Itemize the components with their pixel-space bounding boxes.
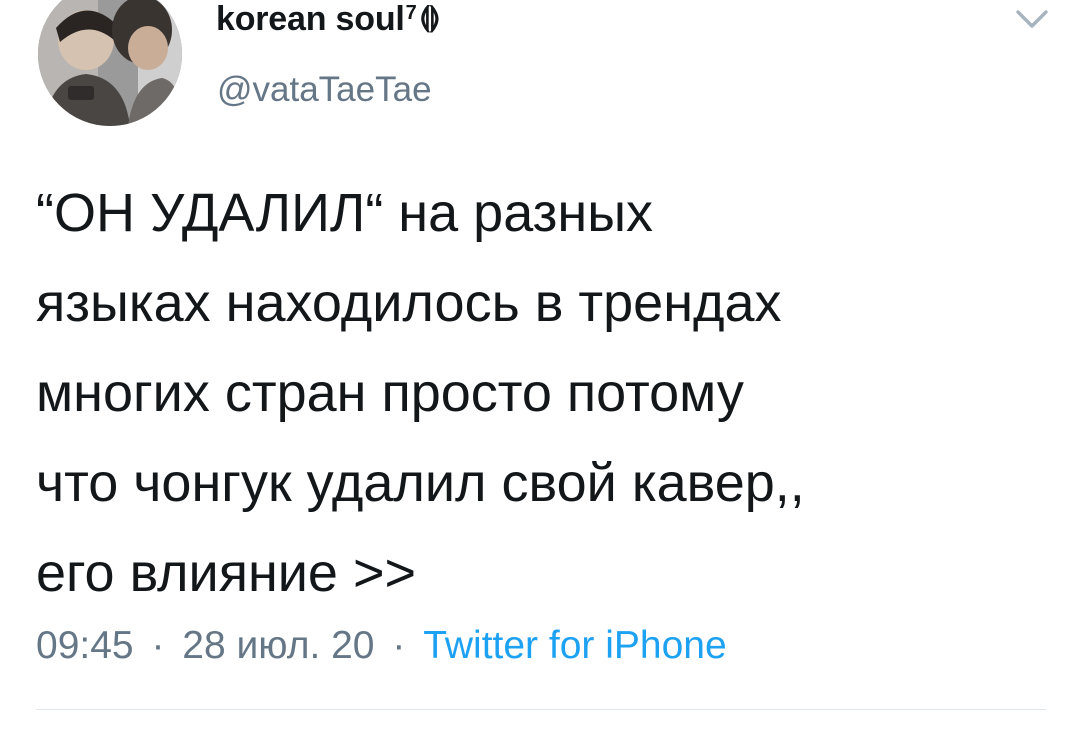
tweet: korean soul 7 ⟬⟭ @vataTaeTae “ОН УДАЛИЛ“ н… xyxy=(0,0,1080,734)
tweet-text-line: языках находилось в трендах xyxy=(36,273,782,333)
tweet-text-line: многих стран просто потому xyxy=(36,363,744,423)
divider xyxy=(36,709,1046,710)
tweet-date[interactable]: 28 июл. 20 xyxy=(182,624,374,667)
user-handle[interactable]: @vataTaeTae xyxy=(217,70,432,110)
display-name-text: korean soul xyxy=(216,0,405,38)
chevron-down-icon[interactable] xyxy=(1012,4,1052,34)
meta-separator: · xyxy=(151,624,165,667)
avatar-photo xyxy=(38,0,182,126)
tweet-time[interactable]: 09:45 xyxy=(36,624,134,667)
avatar[interactable] xyxy=(38,0,182,126)
display-name[interactable]: korean soul 7 ⟬⟭ xyxy=(216,0,440,44)
tweet-text-line: что чонгук удалил свой кавер,, xyxy=(36,453,805,513)
tweet-text-line: “ОН УДАЛИЛ“ на разных xyxy=(36,183,654,243)
tweet-text: “ОН УДАЛИЛ“ на разных языках находилось … xyxy=(36,168,1056,618)
display-name-emoji: ⟬⟭ xyxy=(419,0,441,32)
meta-separator: · xyxy=(392,624,406,667)
tweet-text-line: его влияние >> xyxy=(36,543,417,603)
tweet-source-link[interactable]: Twitter for iPhone xyxy=(423,624,726,667)
tweet-meta: 09:45 · 28 июл. 20 · Twitter for iPhone xyxy=(36,624,727,668)
display-name-superscript: 7 xyxy=(405,1,417,24)
